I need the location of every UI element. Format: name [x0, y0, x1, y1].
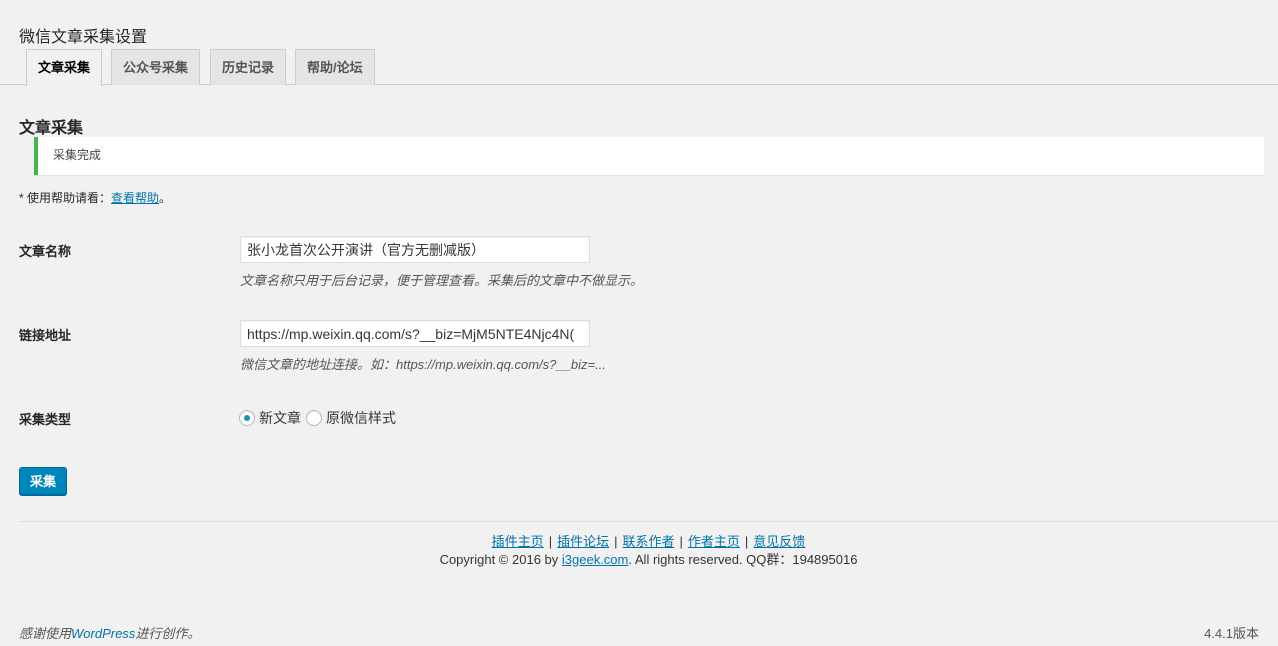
footer-link-plugin-home[interactable]: 插件主页	[492, 534, 544, 549]
footer-separator: |	[614, 534, 618, 549]
page-title: 微信文章采集设置	[19, 28, 148, 46]
radio-original-style[interactable]	[306, 410, 322, 426]
footer-link-contact-author[interactable]: 联系作者	[622, 534, 674, 549]
footer-separator: |	[679, 534, 683, 549]
article-name-description: 文章名称只用于后台记录，便于管理查看。采集后的文章中不做显示。	[240, 273, 644, 288]
footer-link-author-home[interactable]: 作者主页	[688, 534, 740, 549]
radio-original-style-label[interactable]: 原微信样式	[326, 408, 396, 428]
thanks-suffix: 进行创作。	[135, 626, 201, 641]
section-title: 文章采集	[19, 120, 84, 138]
notice-text: 采集完成	[53, 148, 102, 162]
tab-history[interactable]: 历史记录	[210, 49, 287, 85]
thanks-prefix: 感谢使用	[19, 626, 72, 641]
wp-version: 4.4.1版本	[1204, 626, 1259, 641]
copyright-site-link[interactable]: i3geek.com	[562, 552, 628, 567]
copyright-suffix: . All rights reserved. QQ群：194895016	[628, 552, 858, 567]
url-description: 微信文章的地址连接。如：https://mp.weixin.qq.com/s?_…	[240, 357, 606, 372]
url-input[interactable]	[240, 320, 590, 347]
article-name-input[interactable]	[240, 236, 590, 263]
collect-submit-button[interactable]: 采集	[19, 467, 67, 495]
tab-article-collect[interactable]: 文章采集	[26, 49, 103, 86]
plugin-footer-links: 插件主页 | 插件论坛 | 联系作者 | 作者主页 | 意见反馈	[0, 531, 1278, 550]
collect-type-radio-group: 新文章 原微信样式	[239, 408, 401, 428]
wp-footer-thanks: 感谢使用WordPress进行创作。	[19, 623, 200, 642]
url-label: 链接地址	[19, 328, 72, 343]
footer-divider	[19, 521, 1278, 522]
radio-new-article[interactable]	[239, 410, 255, 426]
tab-bar: 文章采集 公众号采集 历史记录 帮助/论坛	[0, 49, 1278, 86]
footer-separator: |	[744, 534, 749, 549]
success-notice: 采集完成	[34, 137, 1264, 175]
footer-link-feedback[interactable]: 意见反馈	[753, 534, 805, 549]
help-line: * 使用帮助请看：查看帮助。	[19, 189, 171, 206]
wordpress-link[interactable]: WordPress	[71, 626, 135, 641]
collect-type-label: 采集类型	[19, 412, 72, 427]
footer-link-plugin-forum[interactable]: 插件论坛	[557, 534, 609, 549]
footer-separator: |	[548, 534, 553, 549]
copyright-prefix: Copyright © 2016 by	[439, 552, 562, 567]
help-link[interactable]: 查看帮助	[111, 191, 159, 205]
tab-help-forum[interactable]: 帮助/论坛	[295, 49, 375, 85]
help-prefix: * 使用帮助请看：	[19, 191, 112, 205]
tab-account-collect[interactable]: 公众号采集	[111, 49, 201, 85]
radio-new-article-label[interactable]: 新文章	[259, 408, 301, 428]
article-name-label: 文章名称	[19, 244, 72, 259]
copyright-line: Copyright © 2016 by i3geek.com. All righ…	[0, 549, 1278, 568]
help-suffix: 。	[159, 191, 172, 205]
